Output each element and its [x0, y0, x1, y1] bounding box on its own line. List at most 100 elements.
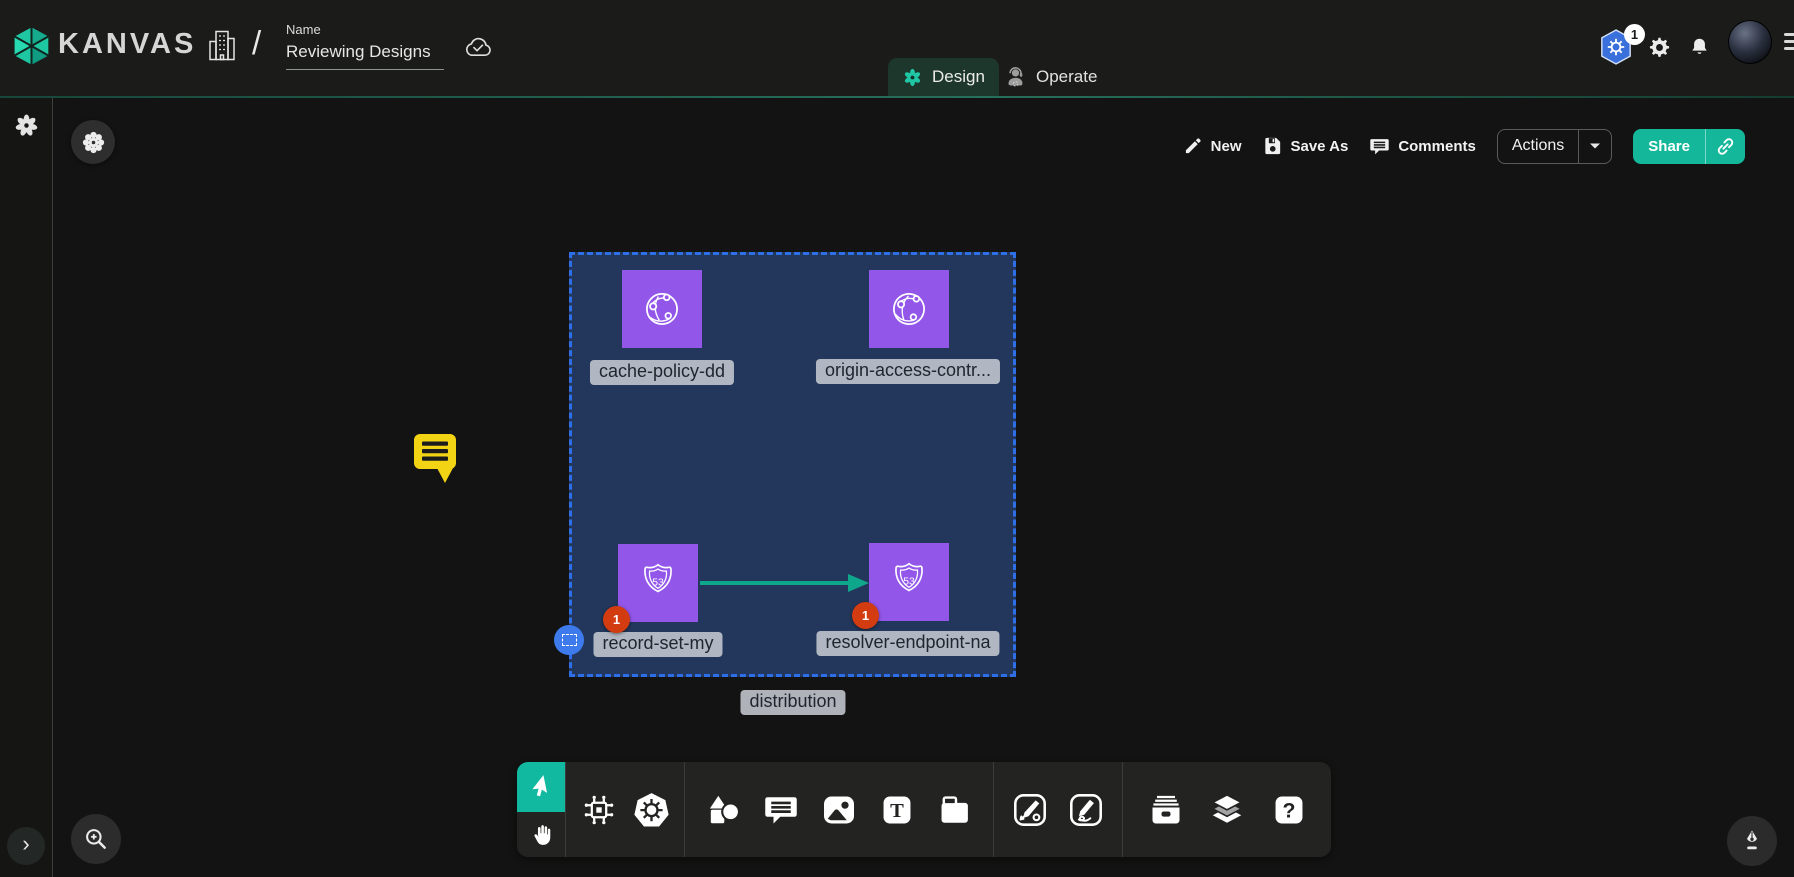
- drawing-tool-group: [994, 762, 1122, 857]
- layers-tool[interactable]: [1208, 791, 1246, 829]
- cloud-sync-icon: [463, 33, 494, 60]
- record-set-badge: 1: [603, 606, 630, 633]
- caret-down-icon: [1589, 142, 1601, 150]
- save-as-button[interactable]: Save As: [1262, 136, 1348, 156]
- name-field-label: Name: [286, 22, 444, 37]
- utility-tool-group: ?: [1123, 762, 1331, 857]
- actions-split-button[interactable]: Actions: [1497, 129, 1612, 164]
- content-tool-group: T: [685, 762, 993, 857]
- design-tab-label: Design: [932, 67, 985, 87]
- new-button[interactable]: New: [1183, 136, 1242, 156]
- hand-icon: [529, 822, 554, 847]
- comment-tool[interactable]: [762, 791, 800, 829]
- share-split-button[interactable]: Share: [1633, 129, 1745, 164]
- kubernetes-count-badge: 1: [1624, 24, 1645, 45]
- pencil-scribble-icon: [1068, 792, 1104, 828]
- actions-dropdown-toggle[interactable]: [1578, 130, 1611, 163]
- new-label: New: [1211, 138, 1242, 155]
- shapes-tool[interactable]: [705, 791, 743, 829]
- group-label-distribution[interactable]: distribution: [740, 690, 845, 715]
- node-label-record-set[interactable]: record-set-my: [593, 632, 722, 657]
- text-tool[interactable]: T: [878, 791, 916, 829]
- flower-icon: [81, 130, 106, 155]
- text-glyph: T: [890, 800, 904, 822]
- organization-icon[interactable]: [208, 29, 236, 62]
- freehand-draw-tool[interactable]: [1067, 791, 1105, 829]
- cursor-arrow-icon: [528, 774, 554, 800]
- route53-shield-icon: [884, 557, 934, 607]
- share-label[interactable]: Share: [1633, 129, 1705, 164]
- link-icon: [1715, 136, 1736, 157]
- node-label-cache-policy[interactable]: cache-policy-dd: [590, 360, 734, 385]
- node-origin-access-control[interactable]: [869, 270, 949, 348]
- left-sidebar: ›: [0, 98, 53, 877]
- zoom-in-button[interactable]: [71, 814, 121, 864]
- pen-mode-button[interactable]: [1727, 816, 1777, 866]
- hamburger-menu-icon[interactable]: [1784, 33, 1794, 50]
- kanvas-logo-icon[interactable]: [13, 26, 50, 66]
- image-icon: [821, 792, 857, 828]
- header-accent-line: [0, 96, 1794, 98]
- actions-label[interactable]: Actions: [1498, 130, 1578, 163]
- user-avatar[interactable]: [1728, 20, 1772, 64]
- design-name-field: Name: [286, 22, 444, 70]
- copy-link-button[interactable]: [1705, 129, 1745, 164]
- app-header: KANVAS / Name Design: [0, 0, 1794, 96]
- marquee-icon: [562, 634, 577, 646]
- save-as-label: Save As: [1290, 138, 1348, 155]
- canvas-action-bar: New Save As Comments Actions Share: [1183, 128, 1745, 164]
- design-name-input[interactable]: [286, 40, 444, 70]
- node-cache-policy[interactable]: [622, 270, 702, 348]
- sidebar-swirl-icon[interactable]: [13, 112, 40, 139]
- node-label-resolver-endpoint[interactable]: resolver-endpoint-na: [816, 631, 999, 656]
- text-tool-icon: T: [880, 793, 914, 827]
- kubernetes-tool[interactable]: [632, 791, 670, 829]
- pen-path-icon: [1012, 792, 1048, 828]
- cloudfront-globe-icon: [879, 279, 940, 340]
- canvas-comment-marker[interactable]: [413, 433, 459, 485]
- tab-operate[interactable]: Operate: [990, 58, 1111, 96]
- pen-path-tool[interactable]: [1011, 791, 1049, 829]
- design-tab-icon: [902, 67, 923, 88]
- sidebar-expand-button[interactable]: ›: [7, 827, 45, 865]
- tab-design[interactable]: Design: [888, 58, 999, 96]
- infra-tool-group: [566, 762, 684, 857]
- select-tool[interactable]: [517, 762, 565, 812]
- comment-bubble-icon: [763, 792, 799, 828]
- edge-record-set-to-resolver[interactable]: [698, 571, 873, 595]
- pointer-tool-group: [517, 762, 565, 857]
- frame-tool[interactable]: [935, 791, 973, 829]
- settings-gear-icon[interactable]: [1648, 36, 1671, 59]
- cloudfront-globe-icon: [637, 284, 687, 334]
- meshsync-circuit-tool[interactable]: [580, 791, 618, 829]
- chevron-right-icon: ›: [22, 831, 29, 857]
- node-record-set[interactable]: [618, 544, 698, 622]
- notifications-bell-icon[interactable]: [1689, 36, 1710, 58]
- resolver-endpoint-badge: 1: [852, 602, 879, 629]
- pen-nib-icon: [1740, 829, 1764, 853]
- canvas-menu-button[interactable]: [71, 120, 115, 164]
- kubernetes-wheel-icon: [633, 791, 670, 828]
- comments-button[interactable]: Comments: [1369, 136, 1476, 157]
- breadcrumb-separator: /: [252, 24, 261, 62]
- selection-marquee-handle[interactable]: [554, 625, 584, 655]
- node-label-origin-access-control[interactable]: origin-access-contr...: [816, 359, 1000, 384]
- help-tool[interactable]: ?: [1270, 791, 1308, 829]
- shapes-icon: [706, 792, 742, 828]
- magnifier-plus-icon: [83, 826, 109, 852]
- route53-shield-icon: [633, 558, 683, 608]
- layers-icon: [1209, 792, 1245, 828]
- comments-label: Comments: [1398, 138, 1476, 155]
- circuit-chip-icon: [581, 792, 617, 828]
- floppy-save-icon: [1262, 136, 1282, 156]
- pan-tool[interactable]: [517, 812, 565, 857]
- operate-tab-label: Operate: [1036, 67, 1097, 87]
- drawer-icon: [1148, 792, 1184, 828]
- node-resolver-endpoint[interactable]: [869, 543, 949, 621]
- frame-icon: [937, 793, 971, 827]
- image-tool[interactable]: [820, 791, 858, 829]
- app-logo-text: KANVAS: [58, 28, 196, 61]
- comments-icon: [1369, 136, 1390, 157]
- question-mark-icon: ?: [1272, 793, 1306, 827]
- archive-drawer-tool[interactable]: [1147, 791, 1185, 829]
